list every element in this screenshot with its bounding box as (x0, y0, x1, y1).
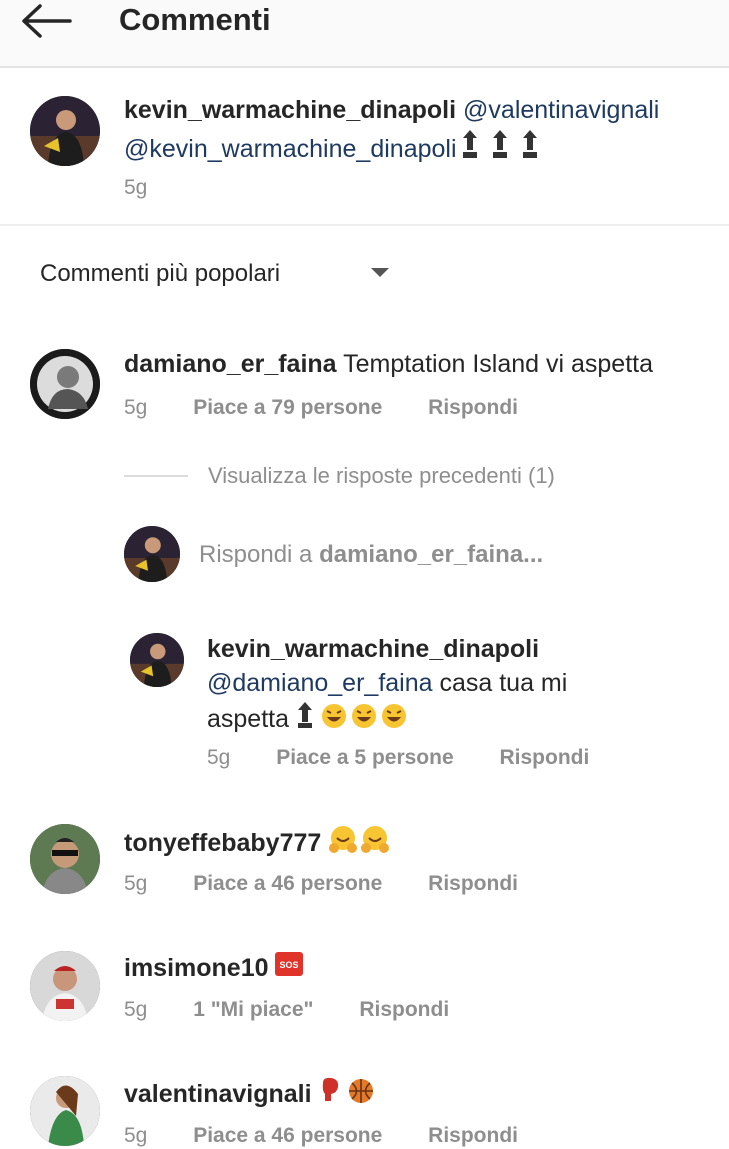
top-arrow-emoji-icon (463, 128, 547, 160)
sort-label[interactable]: Commenti più popolari (40, 258, 280, 290)
likes-link[interactable]: 1 "Mi piace" (193, 998, 313, 1021)
view-previous-label: Visualizza le risposte precedenti (1) (208, 463, 555, 488)
comment-username[interactable]: tonyeffebaby777 (124, 829, 321, 857)
sos-emoji-icon: SOS (275, 952, 304, 976)
comment-avatar[interactable] (30, 349, 100, 419)
chevron-down-icon[interactable] (371, 268, 389, 277)
comment-time: 5g (124, 998, 148, 1021)
caption-line-2: @kevin_warmachine_dinapoli (124, 128, 547, 165)
likes-link[interactable]: Piace a 46 persone (193, 872, 382, 895)
reply-username-line: kevin_warmachine_dinapoli (207, 634, 539, 665)
comment-meta: 5g 1 "Mi piace" Rispondi (124, 997, 449, 1023)
likes-link[interactable]: Piace a 5 persone (276, 746, 453, 769)
header-bar: Commenti (0, 0, 729, 68)
caption-username[interactable]: kevin_warmachine_dinapoli (124, 96, 456, 124)
reply-input-avatar (124, 526, 180, 582)
caption-time: 5g (124, 176, 148, 199)
caption-mention-2[interactable]: @kevin_warmachine_dinapoli (124, 135, 457, 163)
reply-input-user: damiano_er_faina... (319, 541, 544, 568)
comment-username[interactable]: damiano_er_faina (124, 350, 337, 378)
comment-time: 5g (124, 396, 148, 419)
reply-text-1: casa tua mi (432, 669, 568, 697)
comment-text-line: tonyeffebaby777 (124, 824, 392, 859)
boxing-glove-emoji-icon (319, 1077, 375, 1105)
svg-text:SOS: SOS (280, 960, 299, 970)
back-arrow-icon[interactable] (18, 2, 74, 40)
comment-text-line: valentinavignali (124, 1077, 375, 1110)
reply-input-prefix: Rispondi a (199, 541, 320, 568)
comment-text-line: imsimone10 SOS (124, 952, 304, 984)
reply-button[interactable]: Rispondi (428, 396, 518, 419)
reply-time: 5g (207, 746, 231, 769)
hugging-face-emoji-icon (328, 824, 392, 854)
comment-text: Temptation Island vi aspetta (343, 350, 653, 378)
reply-meta: 5g Piace a 5 persone Rispondi (207, 745, 589, 771)
comment-username[interactable]: valentinavignali (124, 1080, 312, 1108)
comment-avatar[interactable] (30, 824, 100, 894)
likes-link[interactable]: Piace a 79 persone (193, 396, 382, 419)
reply-avatar[interactable] (130, 633, 184, 687)
caption-avatar[interactable] (30, 96, 100, 166)
reply-text-line-2: aspetta (207, 700, 411, 735)
laughing-face-emoji-icon (321, 702, 411, 730)
comment-avatar[interactable] (30, 951, 100, 1021)
divider-line (124, 475, 188, 477)
reply-mention[interactable]: @damiano_er_faina (207, 669, 433, 697)
comment-meta: 5g Piace a 46 persone Rispondi (124, 871, 518, 897)
comment-time: 5g (124, 872, 148, 895)
reply-button[interactable]: Rispondi (359, 998, 449, 1021)
divider (0, 224, 729, 226)
page-title: Commenti (119, 2, 271, 37)
reply-button[interactable]: Rispondi (499, 746, 589, 769)
top-arrow-emoji-icon (296, 700, 314, 730)
reply-text-line-1: @damiano_er_faina casa tua mi (207, 668, 567, 699)
caption-line-1: kevin_warmachine_dinapoli @valentinavign… (124, 95, 659, 126)
caption-meta: 5g (124, 175, 147, 201)
reply-button[interactable]: Rispondi (428, 872, 518, 895)
reply-input[interactable]: Rispondi a damiano_er_faina... (199, 540, 543, 570)
comment-meta: 5g Piace a 79 persone Rispondi (124, 395, 518, 421)
comment-text-line: damiano_er_faina Temptation Island vi as… (124, 349, 653, 380)
comment-username[interactable]: imsimone10 (124, 954, 269, 982)
reply-text-2: aspetta (207, 705, 290, 733)
reply-username[interactable]: kevin_warmachine_dinapoli (207, 635, 539, 663)
comment-meta: 5g Piace a 46 persone Rispondi (124, 1123, 518, 1149)
caption-mention-1[interactable]: @valentinavignali (463, 96, 659, 124)
